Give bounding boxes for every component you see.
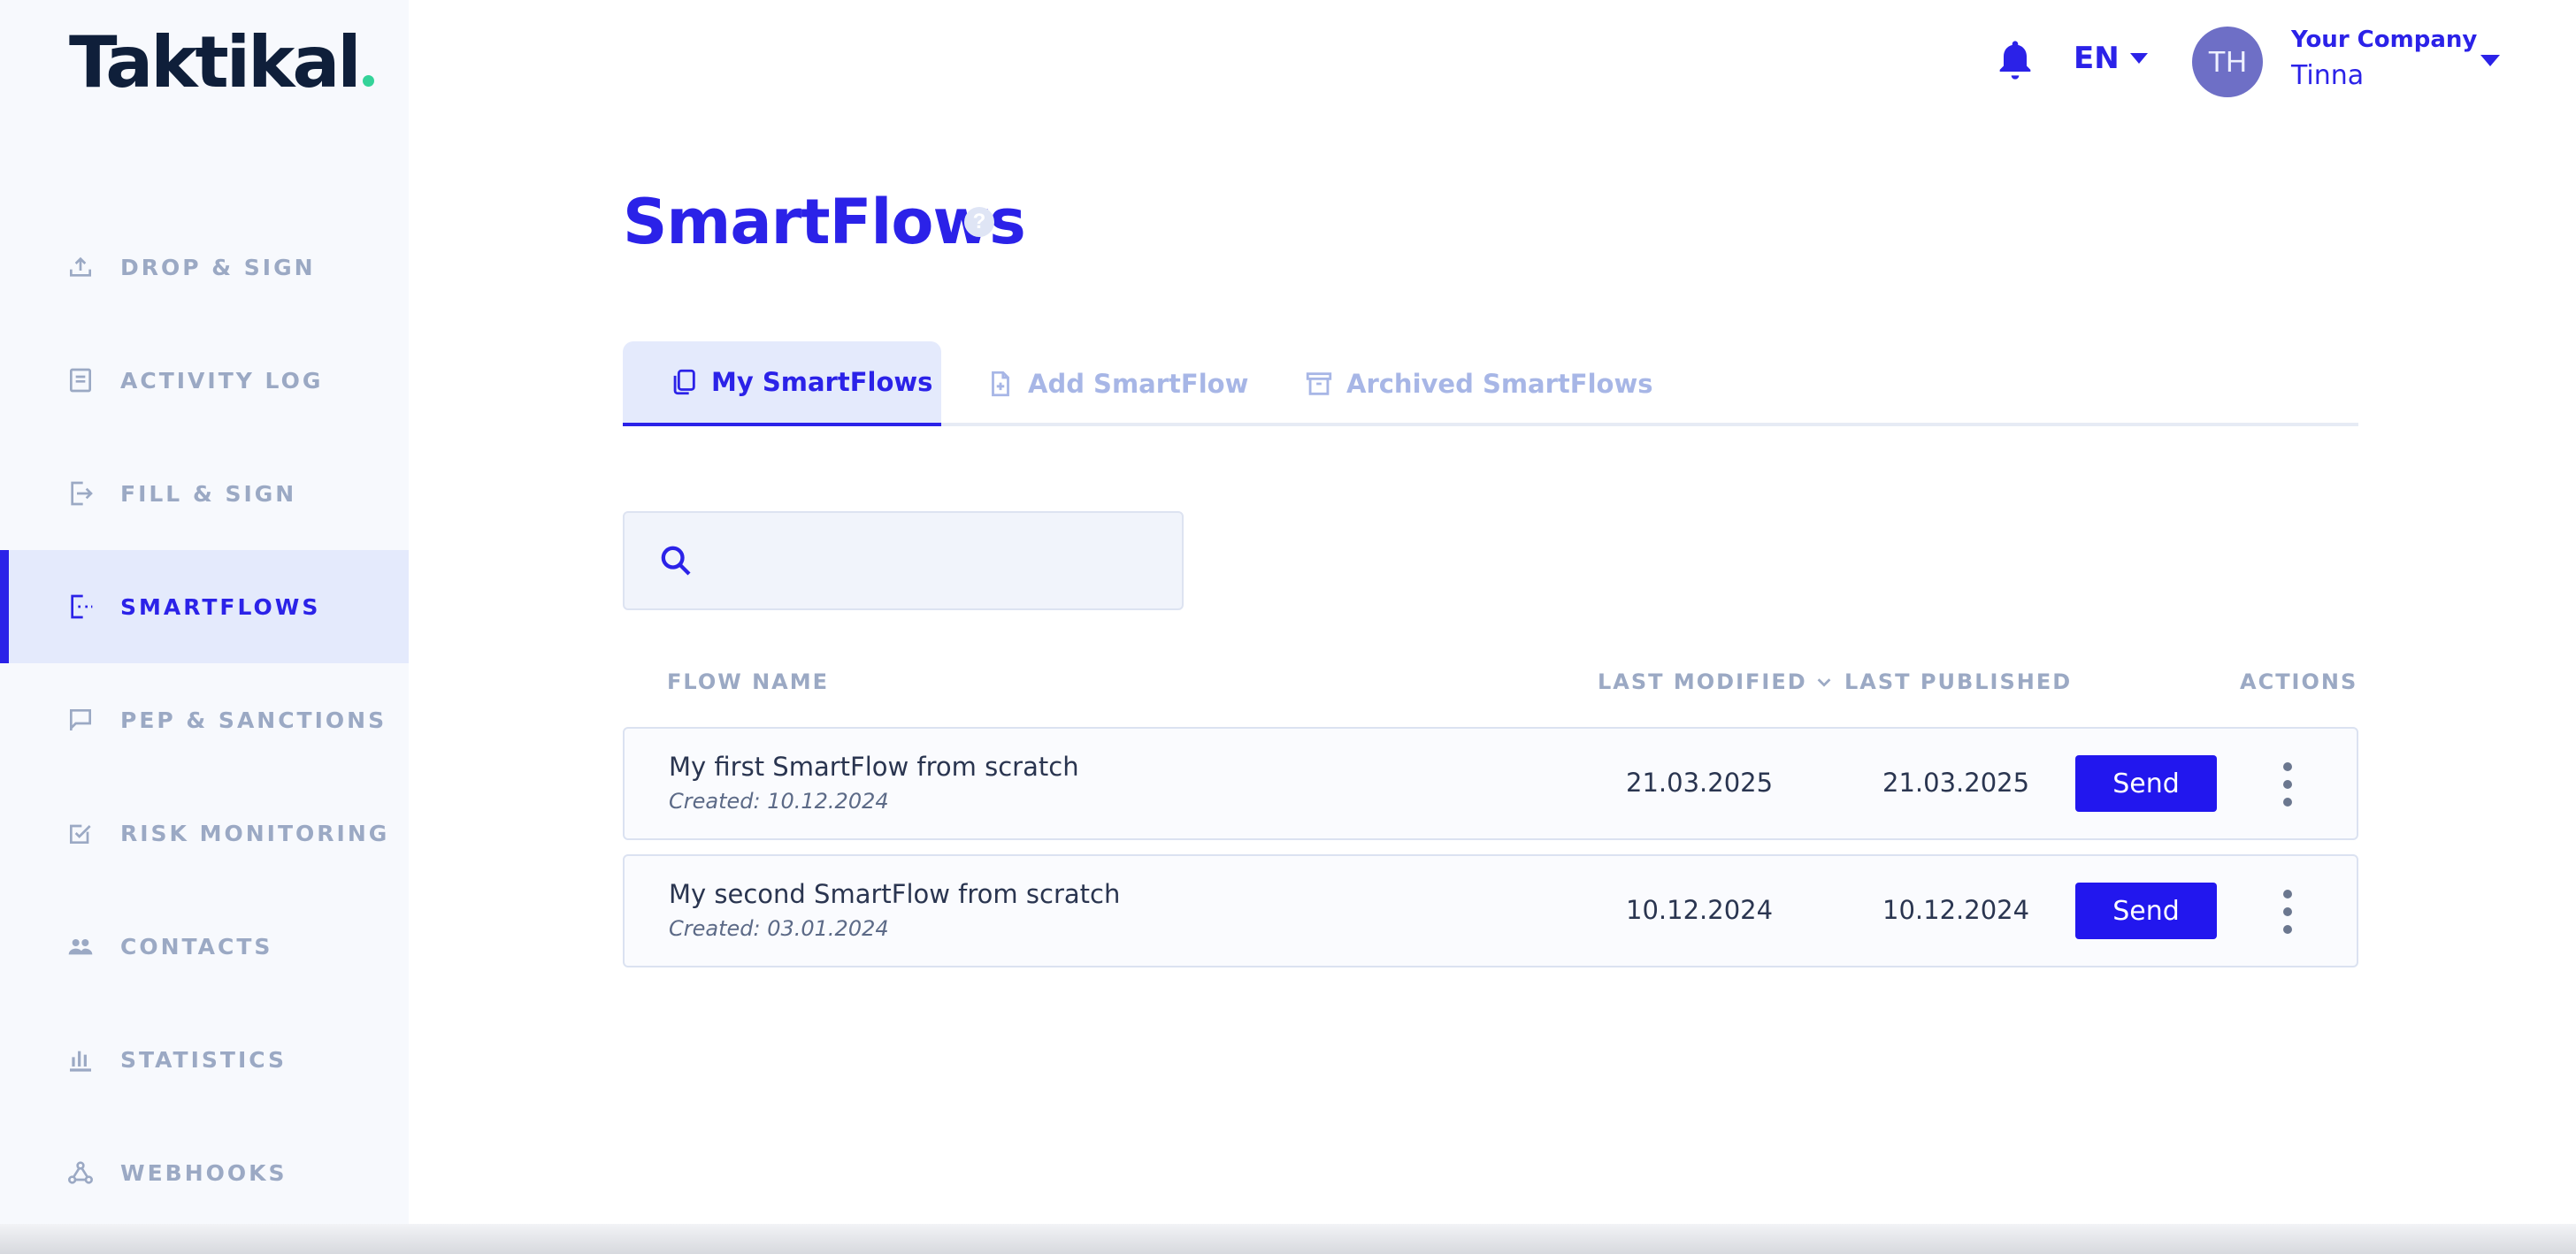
column-header-last-modified[interactable]: LAST MODIFIED: [1598, 669, 1834, 694]
tab-label: My SmartFlows: [711, 367, 933, 397]
sidebar-item-contacts[interactable]: CONTACTS: [0, 890, 409, 1003]
sidebar-item-label: WEBHOOKS: [120, 1159, 288, 1186]
checklist-icon: [65, 818, 96, 848]
chevron-down-icon: [1817, 678, 1831, 687]
sidebar-item-label: SMARTFLOWS: [120, 593, 321, 620]
upload-icon: [65, 252, 96, 282]
user-menu-chevron-down-icon[interactable]: [2480, 55, 2500, 66]
user-name[interactable]: Tinna: [2291, 60, 2364, 91]
avatar[interactable]: TH: [2192, 27, 2263, 97]
sidebar-item-label: CONTACTS: [120, 933, 273, 960]
tab-label: Archived SmartFlows: [1346, 369, 1653, 399]
window-bottom-edge: [0, 1224, 2576, 1254]
add-document-icon: [992, 371, 1009, 397]
people-icon: [65, 931, 96, 961]
sidebar-item-label: RISK MONITORING: [120, 820, 390, 846]
chevron-down-icon: [2129, 53, 2148, 64]
smartflow-icon: [65, 592, 96, 622]
table-row[interactable]: My first SmartFlow from scratch Created:…: [623, 727, 2358, 840]
column-header-flow-name: FLOW NAME: [667, 669, 829, 694]
last-published-date: 10.12.2024: [1882, 895, 2030, 925]
tab-archived-smartflows[interactable]: Archived SmartFlows: [1304, 341, 1653, 426]
sidebar-item-statistics[interactable]: STATISTICS: [0, 1003, 409, 1116]
tabs: My SmartFlows Add SmartFlow Archived Sma…: [623, 341, 2358, 426]
flow-created-date: Created: 03.01.2024: [669, 916, 889, 941]
copy-documents-icon: [673, 369, 695, 395]
webhook-icon: [65, 1158, 96, 1188]
last-modified-date: 21.03.2025: [1626, 768, 1774, 798]
search-box: [623, 511, 1184, 610]
form-sign-icon: [65, 478, 96, 508]
sidebar-item-label: STATISTICS: [120, 1046, 288, 1073]
flag-icon: [65, 705, 96, 735]
search-icon: [661, 546, 691, 576]
tab-label: Add SmartFlow: [1028, 369, 1249, 399]
sidebar-item-pep-sanctions[interactable]: PEP & SANCTIONS: [0, 663, 409, 776]
help-icon[interactable]: ?: [964, 207, 994, 237]
more-options-icon[interactable]: [2279, 890, 2296, 934]
table-row[interactable]: My second SmartFlow from scratch Created…: [623, 854, 2358, 967]
sidebar-item-drop-sign[interactable]: DROP & SIGN: [0, 210, 409, 324]
sidebar-item-label: DROP & SIGN: [120, 254, 316, 280]
flow-name[interactable]: My first SmartFlow from scratch: [669, 752, 1079, 782]
logo-dot: [362, 75, 374, 87]
search-input[interactable]: [711, 513, 1182, 608]
language-label: EN: [2074, 41, 2120, 76]
more-options-icon[interactable]: [2279, 762, 2296, 807]
bar-chart-icon: [65, 1044, 96, 1074]
last-published-date: 21.03.2025: [1882, 768, 2030, 798]
flow-created-date: Created: 10.12.2024: [669, 789, 889, 814]
sidebar-item-label: FILL & SIGN: [120, 480, 297, 507]
sidebar-item-activity-log[interactable]: ACTIVITY LOG: [0, 324, 409, 437]
sidebar-item-webhooks[interactable]: WEBHOOKS: [0, 1116, 409, 1229]
flow-name[interactable]: My second SmartFlow from scratch: [669, 879, 1120, 909]
tab-add-smartflow[interactable]: Add SmartFlow: [985, 341, 1248, 426]
sidebar-item-fill-sign[interactable]: FILL & SIGN: [0, 437, 409, 550]
taktikal-logo[interactable]: Taktikal: [69, 25, 374, 101]
sidebar-item-label: ACTIVITY LOG: [120, 367, 324, 394]
company-name[interactable]: Your Company: [2291, 27, 2477, 53]
language-selector[interactable]: EN: [2074, 41, 2148, 76]
last-modified-date: 10.12.2024: [1626, 895, 1774, 925]
send-button[interactable]: Send: [2075, 883, 2217, 939]
send-button[interactable]: Send: [2075, 755, 2217, 812]
document-list-icon: [65, 365, 96, 395]
bell-icon[interactable]: [1992, 35, 2038, 85]
column-header-actions: ACTIONS: [2240, 669, 2358, 694]
sidebar: Taktikal DROP & SIGN ACTIVITY LOG FILL &…: [0, 0, 409, 1254]
sidebar-item-smartflows[interactable]: SMARTFLOWS: [0, 550, 409, 663]
sidebar-item-label: PEP & SANCTIONS: [120, 707, 387, 733]
logo-text: Taktikal: [69, 21, 362, 103]
sidebar-item-risk-monitoring[interactable]: RISK MONITORING: [0, 776, 409, 890]
archive-icon: [1306, 372, 1332, 395]
column-header-last-published: LAST PUBLISHED: [1844, 669, 2073, 694]
sidebar-nav: DROP & SIGN ACTIVITY LOG FILL & SIGN SMA…: [0, 210, 409, 1229]
column-header-label: LAST MODIFIED: [1598, 669, 1807, 694]
tab-my-smartflows[interactable]: My SmartFlows: [623, 341, 941, 426]
